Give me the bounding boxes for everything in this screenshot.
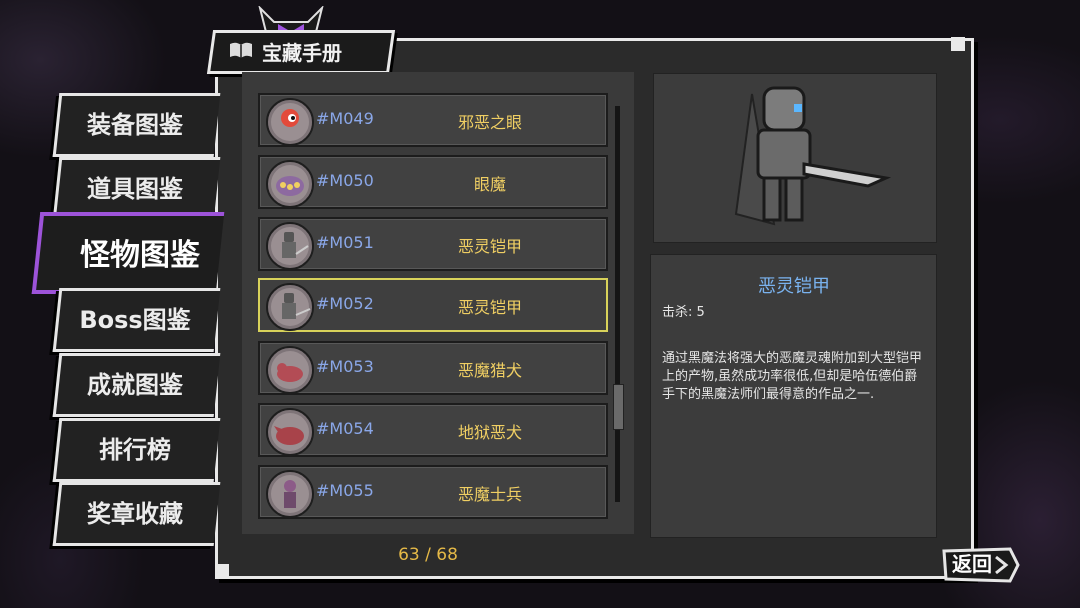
nav-tab-label: 成就图鉴 (87, 370, 183, 399)
evil-eye-icon (266, 98, 314, 146)
monster-id: #M051 (316, 233, 374, 252)
frame-corner-icon (951, 37, 965, 51)
page-counter: 63 / 68 (398, 545, 458, 565)
monster-name: 恶灵铠甲 (457, 298, 522, 317)
monster-row[interactable]: #M050 眼魔 (258, 155, 608, 209)
monster-row[interactable]: #M055 恶魔士兵 (258, 465, 608, 519)
detail-kill-count: 击杀: 5 (662, 305, 705, 320)
monster-name: 眼魔 (473, 175, 506, 194)
monster-name: 恶魔士兵 (457, 485, 522, 504)
monster-id: #M050 (316, 171, 374, 190)
monster-row[interactable]: #M049 邪恶之眼 (258, 93, 608, 147)
back-button-label: 返回 (952, 552, 992, 576)
monster-portrait-panel (653, 73, 937, 243)
monster-row[interactable]: #M053 恶魔猎犬 (258, 341, 608, 395)
monster-row[interactable]: #M054 地狱恶犬 (258, 403, 608, 457)
page-title: 宝藏手册 (262, 41, 342, 65)
nav-tab-label: 道具图鉴 (87, 174, 183, 203)
hellhound-icon (266, 408, 314, 456)
nav-tab-label: 装备图鉴 (87, 110, 183, 139)
nav-tab-label-active: 怪物图鉴 (80, 238, 200, 273)
eye-demon-icon (266, 160, 314, 208)
nav-tab-label: Boss图鉴 (79, 305, 191, 334)
monster-row[interactable]: #M051 恶灵铠甲 (258, 217, 608, 271)
demon-hound-icon (266, 346, 314, 394)
monster-id: #M049 (316, 109, 374, 128)
monster-row-selected[interactable]: #M052 恶灵铠甲 (258, 278, 608, 332)
nav-tab-label: 排行榜 (99, 435, 171, 464)
monster-name: 地狱恶犬 (457, 423, 522, 442)
monster-name: 恶灵铠甲 (457, 237, 522, 256)
list-scrollbar-thumb[interactable] (613, 384, 624, 430)
book-icon (230, 42, 252, 58)
detail-description: 通过黑魔法将强大的恶魔灵魂附加到大型铠甲上的产物,虽然成功率很低,但却是哈伍德伯… (662, 351, 923, 402)
wraith-armor-portrait-icon (734, 86, 892, 226)
list-scrollbar[interactable] (615, 106, 620, 502)
frame-corner-icon (215, 564, 229, 578)
monster-name: 恶魔猎犬 (457, 361, 522, 380)
monster-id: #M053 (316, 357, 374, 376)
monster-id: #M055 (316, 481, 374, 500)
demon-soldier-icon (266, 470, 314, 518)
wraith-armor-icon (266, 222, 314, 270)
monster-id: #M052 (316, 294, 374, 313)
monster-name: 邪恶之眼 (457, 113, 522, 132)
nav-tab-label: 奖章收藏 (87, 499, 183, 528)
monster-id: #M054 (316, 419, 374, 438)
detail-monster-name: 恶灵铠甲 (758, 276, 830, 297)
wraith-armor-icon (266, 283, 314, 331)
